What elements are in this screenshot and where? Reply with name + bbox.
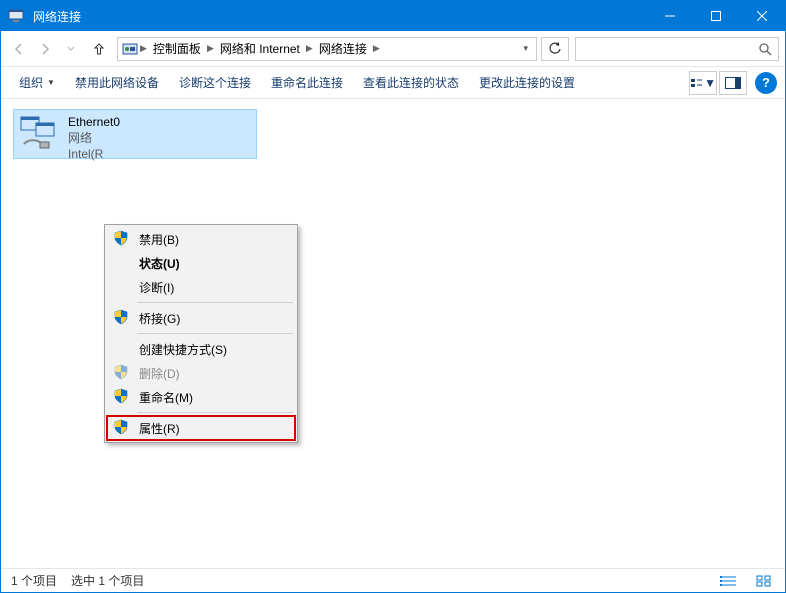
breadcrumb-network-connections[interactable]: 网络连接: [315, 40, 371, 57]
status-bar: 1 个项目 选中 1 个项目: [1, 568, 785, 592]
back-button[interactable]: [7, 37, 31, 61]
shield-icon: [113, 309, 129, 325]
ctx-diagnose[interactable]: 诊断(I): [107, 275, 295, 299]
ctx-diagnose-label: 诊断(I): [139, 279, 174, 296]
ctx-delete-label: 删除(D): [139, 365, 180, 382]
ctx-properties[interactable]: 属性(R): [107, 416, 295, 440]
preview-pane-button[interactable]: [719, 71, 747, 95]
ctx-rename-label: 重命名(M): [139, 389, 193, 406]
details-view-button[interactable]: [717, 572, 739, 590]
ctx-shortcut-label: 创建快捷方式(S): [139, 341, 227, 358]
refresh-button[interactable]: [541, 37, 569, 61]
ctx-disable[interactable]: 禁用(B): [107, 227, 295, 251]
chevron-right-icon[interactable]: ▶: [207, 43, 214, 54]
status-item-count: 1 个项目: [11, 572, 57, 589]
title-bar: 网络连接: [1, 1, 785, 31]
organize-label: 组织: [19, 74, 43, 91]
view-options-button[interactable]: ▼: [689, 71, 717, 95]
maximize-button[interactable]: [693, 1, 739, 31]
minimize-button[interactable]: [647, 1, 693, 31]
ctx-bridge-label: 桥接(G): [139, 310, 180, 327]
change-settings-button[interactable]: 更改此连接的设置: [469, 67, 585, 98]
ctx-disable-label: 禁用(B): [139, 231, 179, 248]
status-selected-count: 选中 1 个项目: [71, 572, 144, 589]
ctx-delete: 删除(D): [107, 361, 295, 385]
window-title: 网络连接: [31, 8, 647, 25]
diagnose-button[interactable]: 诊断这个连接: [169, 67, 261, 98]
ctx-status[interactable]: 状态(U): [107, 251, 295, 275]
chevron-right-icon[interactable]: ▶: [306, 43, 313, 54]
ctx-properties-label: 属性(R): [139, 420, 180, 437]
recent-dropdown[interactable]: [59, 37, 83, 61]
shield-icon: [113, 364, 129, 380]
search-input[interactable]: [575, 37, 779, 61]
breadcrumb-network-internet[interactable]: 网络和 Internet: [216, 40, 304, 57]
address-dropdown[interactable]: ▾: [519, 43, 532, 54]
context-menu: 禁用(B) 状态(U) 诊断(I) 桥接(G) 创建快捷方式(S) 删除(D) …: [104, 224, 298, 443]
ctx-shortcut[interactable]: 创建快捷方式(S): [107, 337, 295, 361]
up-button[interactable]: [87, 37, 111, 61]
search-icon: [758, 42, 772, 56]
nic-driver: Intel(R: [68, 146, 254, 162]
large-icons-view-button[interactable]: [753, 572, 775, 590]
help-button[interactable]: ?: [755, 72, 777, 94]
breadcrumb-control-panel[interactable]: 控制面板: [149, 40, 205, 57]
separator: [137, 412, 293, 413]
content-area: Ethernet0 网络 Intel(R 禁用(B) 状态(U) 诊断(I) 桥…: [1, 99, 785, 568]
app-icon: [1, 8, 31, 24]
organize-button[interactable]: 组织▼: [9, 67, 65, 98]
address-field[interactable]: ▶ 控制面板 ▶ 网络和 Internet ▶ 网络连接 ▶ ▾: [117, 37, 537, 61]
ctx-status-label: 状态(U): [139, 255, 180, 272]
rename-button[interactable]: 重命名此连接: [261, 67, 353, 98]
nic-name: Ethernet0: [68, 114, 254, 130]
close-button[interactable]: [739, 1, 785, 31]
separator: [137, 302, 293, 303]
control-panel-icon: [122, 41, 138, 57]
chevron-right-icon[interactable]: ▶: [140, 43, 147, 54]
ctx-bridge[interactable]: 桥接(G): [107, 306, 295, 330]
address-bar-row: ▶ 控制面板 ▶ 网络和 Internet ▶ 网络连接 ▶ ▾: [1, 31, 785, 67]
nic-status: 网络: [68, 130, 254, 146]
separator: [137, 333, 293, 334]
shield-icon: [113, 230, 129, 246]
disable-device-button[interactable]: 禁用此网络设备: [65, 67, 169, 98]
view-status-button[interactable]: 查看此连接的状态: [353, 67, 469, 98]
shield-icon: [113, 388, 129, 404]
nic-icon: [14, 110, 66, 158]
ctx-rename[interactable]: 重命名(M): [107, 385, 295, 409]
forward-button[interactable]: [33, 37, 57, 61]
toolbar: 组织▼ 禁用此网络设备 诊断这个连接 重命名此连接 查看此连接的状态 更改此连接…: [1, 67, 785, 99]
shield-icon: [113, 419, 129, 435]
nic-item-ethernet0[interactable]: Ethernet0 网络 Intel(R: [13, 109, 257, 159]
chevron-right-icon[interactable]: ▶: [373, 43, 380, 54]
